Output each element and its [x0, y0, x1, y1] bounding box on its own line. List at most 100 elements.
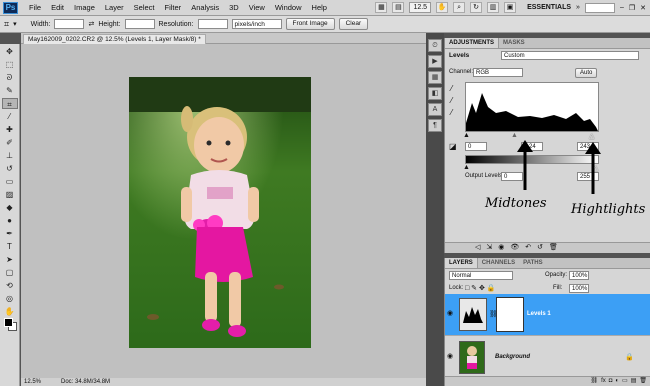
menu-3d[interactable]: 3D — [224, 3, 244, 12]
move-tool-icon[interactable]: ✥ — [2, 46, 18, 57]
3d-rotate-tool-icon[interactable]: ⟲ — [2, 280, 18, 291]
clone-stamp-tool-icon[interactable]: ⊥ — [2, 150, 18, 161]
3d-orbit-tool-icon[interactable]: ◎ — [2, 293, 18, 304]
reset-icon[interactable]: ↺ — [537, 243, 543, 253]
menu-analysis[interactable]: Analysis — [186, 3, 224, 12]
new-group-icon[interactable]: ▭ — [622, 377, 628, 386]
eyedropper-tool-icon[interactable]: ⁄ — [2, 111, 18, 122]
swap-icon[interactable]: ⇄ — [88, 20, 94, 28]
restore-icon[interactable]: ❐ — [629, 4, 635, 12]
screen-mode-icon[interactable]: ▣ — [504, 2, 517, 13]
tab-masks[interactable]: MASKS — [499, 38, 529, 48]
menu-layer[interactable]: Layer — [100, 3, 129, 12]
new-adjustment-icon[interactable]: ◐ — [615, 377, 619, 386]
layer-row-levels[interactable]: ◉ ⛓ Levels 1 — [445, 294, 650, 336]
actions-panel-icon[interactable]: ▶ — [428, 55, 442, 68]
history-brush-tool-icon[interactable]: ↺ — [2, 163, 18, 174]
gradient-tool-icon[interactable]: ▨ — [2, 189, 18, 200]
previous-state-icon[interactable]: ↶ — [525, 243, 531, 253]
path-selection-tool-icon[interactable]: ➤ — [2, 254, 18, 265]
background-thumbnail[interactable] — [459, 341, 485, 374]
brush-tool-icon[interactable]: ✐ — [2, 137, 18, 148]
layer-name[interactable]: Levels 1 — [527, 311, 551, 317]
levels-adjustment-thumbnail[interactable] — [459, 298, 487, 331]
eyedropper-white-icon[interactable]: ⁄ — [451, 108, 452, 117]
menu-image[interactable]: Image — [69, 3, 100, 12]
swatches-panel-icon[interactable]: ▦ — [428, 71, 442, 84]
delete-icon[interactable]: 🗑 — [549, 243, 558, 253]
visibility-eye-icon[interactable]: ◉ — [447, 310, 455, 318]
hand-tool-icon[interactable]: ✋ — [2, 306, 18, 317]
new-layer-icon[interactable]: ▤ — [631, 377, 637, 386]
layer-style-icon[interactable]: fx — [601, 377, 606, 386]
tool-preset-chevron-icon[interactable]: ▾ — [13, 20, 17, 28]
styles-panel-icon[interactable]: ◧ — [428, 87, 442, 100]
healing-brush-tool-icon[interactable]: ✚ — [2, 124, 18, 135]
bridge-icon[interactable]: ▦ — [375, 2, 388, 13]
character-panel-icon[interactable]: A — [428, 103, 442, 116]
zoom-level[interactable]: 12.5 — [409, 2, 432, 13]
menu-window[interactable]: Window — [270, 3, 307, 12]
visibility-eye-icon[interactable]: ◉ — [447, 353, 455, 361]
channel-select[interactable]: RGB — [473, 68, 523, 77]
menu-edit[interactable]: Edit — [46, 3, 69, 12]
link-layers-icon[interactable]: ⛓ — [590, 377, 598, 386]
blend-mode-select[interactable]: Normal — [449, 271, 513, 280]
minimize-icon[interactable]: – — [620, 4, 624, 11]
menu-help[interactable]: Help — [307, 3, 332, 12]
canvas-area[interactable] — [21, 44, 426, 378]
type-tool-icon[interactable]: T — [2, 241, 18, 252]
eyedropper-gray-icon[interactable]: ⁄ — [451, 96, 452, 105]
layer-mask-thumbnail[interactable] — [496, 297, 524, 332]
clip-to-layer-icon[interactable]: ◉ — [498, 243, 504, 253]
hand-icon[interactable]: ✋ — [436, 2, 449, 13]
width-field[interactable] — [54, 19, 85, 29]
fill-field[interactable]: 100% — [569, 284, 589, 293]
crop-tool-icon[interactable]: ⌗ — [1, 98, 18, 109]
expand-view-icon[interactable]: ⇲ — [486, 243, 492, 253]
history-panel-icon[interactable]: ⏲ — [428, 39, 442, 52]
lasso-tool-icon[interactable]: ᘐ — [2, 72, 18, 83]
height-field[interactable] — [124, 19, 155, 29]
layer-name[interactable]: Background — [495, 354, 530, 360]
tab-adjustments[interactable]: ADJUSTMENTS — [445, 38, 500, 48]
front-image-button[interactable]: Front Image — [285, 18, 335, 30]
return-to-list-icon[interactable]: ◁ — [475, 243, 480, 253]
quick-select-tool-icon[interactable]: ✎ — [2, 85, 18, 96]
tab-channels[interactable]: CHANNELS — [478, 258, 519, 268]
menu-filter[interactable]: Filter — [160, 3, 187, 12]
foreground-color-swatch[interactable] — [4, 318, 13, 327]
eyedropper-black-icon[interactable]: ⁄ — [451, 84, 452, 93]
resolution-unit-select[interactable]: pixels/inch — [231, 19, 282, 29]
delete-layer-icon[interactable]: 🗑 — [639, 377, 647, 386]
rotate-view-icon[interactable]: ↻ — [470, 2, 483, 13]
layer-row-background[interactable]: ◉ Background 🔒 — [445, 337, 650, 379]
dodge-tool-icon[interactable]: ● — [2, 215, 18, 226]
status-zoom[interactable]: 12.5% — [24, 378, 41, 386]
menu-file[interactable]: File — [24, 3, 46, 12]
add-mask-icon[interactable]: ◘ — [609, 377, 613, 386]
tab-layers[interactable]: LAYERS — [445, 258, 478, 268]
clear-button[interactable]: Clear — [338, 18, 369, 30]
menu-view[interactable]: View — [244, 3, 270, 12]
marquee-tool-icon[interactable]: ⬚ — [2, 59, 18, 70]
chevron-right-icon[interactable]: » — [576, 4, 580, 11]
eraser-tool-icon[interactable]: ▭ — [2, 176, 18, 187]
visibility-icon[interactable]: 👁 — [510, 243, 519, 253]
opacity-field[interactable]: 100% — [569, 271, 589, 280]
arrange-documents-icon[interactable]: ▥ — [487, 2, 500, 13]
document-tab[interactable]: May162009_0202.CR2 @ 12.5% (Levels 1, La… — [23, 34, 206, 44]
pen-tool-icon[interactable]: ✒ — [2, 228, 18, 239]
zoom-icon[interactable]: ⌕ — [453, 2, 466, 13]
search-input[interactable] — [584, 2, 615, 13]
menu-select[interactable]: Select — [129, 3, 160, 12]
close-icon[interactable]: ✕ — [640, 4, 646, 12]
grid-icon[interactable]: ▤ — [392, 2, 405, 13]
resolution-field[interactable] — [197, 19, 228, 29]
paragraph-panel-icon[interactable]: ¶ — [428, 119, 442, 132]
shape-tool-icon[interactable]: ▢ — [2, 267, 18, 278]
workspace-switcher[interactable]: ESSENTIALS — [527, 4, 571, 11]
crop-tool-icon[interactable]: ⌗ — [4, 19, 9, 30]
tab-paths[interactable]: PATHS — [519, 258, 546, 268]
auto-button[interactable]: Auto — [575, 68, 598, 78]
